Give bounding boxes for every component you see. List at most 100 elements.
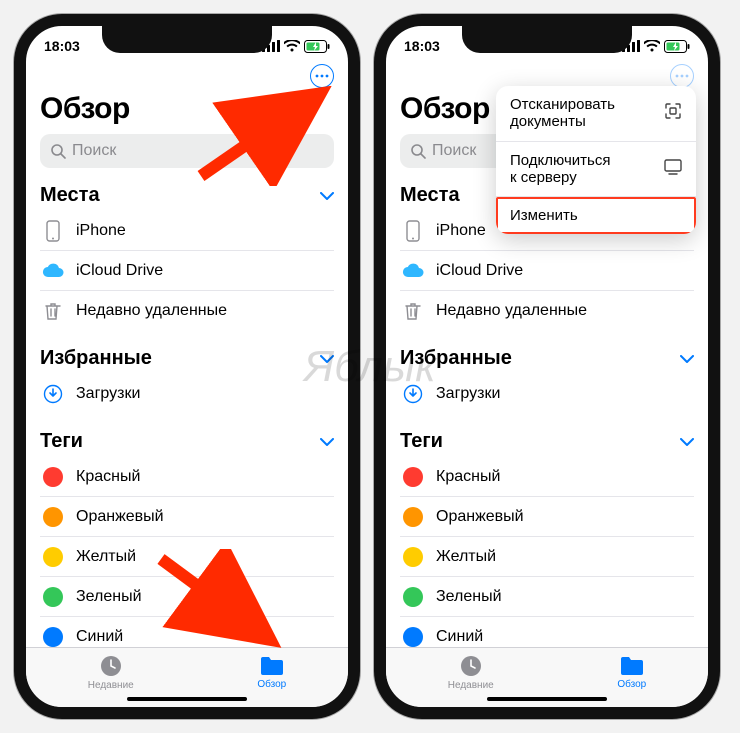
- list-item-label: Синий: [436, 628, 483, 646]
- tag-dot-icon: [42, 547, 64, 567]
- notch: [462, 25, 632, 53]
- section-tags-header[interactable]: Теги: [40, 414, 334, 457]
- list-item-label: Зеленый: [76, 588, 142, 606]
- section-tags-title: Теги: [400, 430, 443, 453]
- tag-yellow[interactable]: Желтый: [400, 537, 694, 577]
- list-item-label: Загрузки: [76, 385, 140, 403]
- search-icon: [50, 143, 66, 159]
- list-item-label: Оранжевый: [76, 508, 164, 526]
- status-indicators: [262, 40, 330, 53]
- battery-icon: [664, 40, 690, 53]
- chevron-down-icon: [320, 430, 334, 453]
- menu-connect-server[interactable]: Подключитьсяк серверу: [496, 142, 696, 198]
- list-item-label: iPhone: [436, 222, 486, 240]
- home-indicator[interactable]: [127, 697, 247, 701]
- clock-icon: [99, 654, 123, 678]
- location-trash[interactable]: Недавно удаленные: [400, 291, 694, 331]
- more-button[interactable]: [670, 64, 694, 88]
- tab-recents[interactable]: Недавние: [88, 654, 134, 691]
- cloud-icon: [42, 263, 64, 279]
- menu-item-label: Изменить: [510, 207, 578, 224]
- location-trash[interactable]: Недавно удаленные: [40, 291, 334, 331]
- section-favorites-header[interactable]: Избранные: [400, 331, 694, 374]
- tag-dot-icon: [402, 507, 424, 527]
- status-time: 18:03: [404, 38, 440, 54]
- trash-icon: [42, 301, 64, 321]
- tag-green[interactable]: Зеленый: [400, 577, 694, 617]
- favorite-downloads[interactable]: Загрузки: [400, 374, 694, 414]
- folder-icon: [619, 655, 645, 677]
- ellipsis-icon: [315, 74, 329, 78]
- menu-item-label: Подключиться: [510, 152, 610, 169]
- section-tags-header[interactable]: Теги: [400, 414, 694, 457]
- wifi-icon: [284, 40, 300, 52]
- list-item-label: Синий: [76, 628, 123, 646]
- list-item-label: Недавно удаленные: [76, 302, 227, 320]
- list-item-label: Оранжевый: [436, 508, 524, 526]
- favorite-downloads[interactable]: Загрузки: [40, 374, 334, 414]
- section-favorites-header[interactable]: Избранные: [40, 331, 334, 374]
- tag-dot-icon: [42, 627, 64, 647]
- cloud-icon: [402, 263, 424, 279]
- tag-orange[interactable]: Оранжевый: [400, 497, 694, 537]
- tag-dot-icon: [402, 547, 424, 567]
- clock-icon: [459, 654, 483, 678]
- tab-browse[interactable]: Обзор: [257, 655, 286, 690]
- list-item-label: Красный: [76, 468, 140, 486]
- location-icloud[interactable]: iCloud Drive: [40, 251, 334, 291]
- chevron-down-icon: [320, 347, 334, 370]
- section-favorites-list: Загрузки: [400, 374, 694, 414]
- phone-left: 18:03 Обзор Поиск Места: [14, 14, 360, 719]
- tab-recents[interactable]: Недавние: [448, 654, 494, 691]
- tag-dot-icon: [42, 467, 64, 487]
- tag-red[interactable]: Красный: [400, 457, 694, 497]
- annotation-arrow: [156, 549, 286, 649]
- chevron-down-icon: [680, 430, 694, 453]
- more-button[interactable]: [310, 64, 334, 88]
- context-menu: Отсканировать документы Подключитьсяк се…: [496, 86, 696, 234]
- menu-item-label: Отсканировать документы: [510, 96, 615, 130]
- phone-icon: [42, 220, 64, 242]
- tab-label: Недавние: [88, 680, 134, 691]
- chevron-down-icon: [320, 184, 334, 207]
- search-placeholder: Поиск: [72, 142, 116, 160]
- tag-dot-icon: [402, 587, 424, 607]
- trash-icon: [402, 301, 424, 321]
- home-indicator[interactable]: [487, 697, 607, 701]
- tab-browse[interactable]: Обзор: [617, 655, 646, 690]
- annotation-arrow: [196, 86, 336, 186]
- section-places-title: Места: [40, 184, 100, 207]
- location-iphone[interactable]: iPhone: [40, 211, 334, 251]
- tag-dot-icon: [402, 627, 424, 647]
- battery-icon: [304, 40, 330, 53]
- list-item-label: Загрузки: [436, 385, 500, 403]
- tab-label: Обзор: [617, 679, 646, 690]
- location-icloud[interactable]: iCloud Drive: [400, 251, 694, 291]
- folder-icon: [259, 655, 285, 677]
- tab-label: Недавние: [448, 680, 494, 691]
- download-icon: [42, 384, 64, 404]
- menu-item-label: к серверу: [510, 169, 577, 186]
- phone-right: 18:03 Обзор Поиск Места: [374, 14, 720, 719]
- tag-orange[interactable]: Оранжевый: [40, 497, 334, 537]
- section-places-list: iPhone iCloud Drive Недавно удаленные: [40, 211, 334, 331]
- phone-icon: [402, 220, 424, 242]
- section-places-title: Места: [400, 184, 460, 207]
- search-icon: [410, 143, 426, 159]
- display-icon: [664, 159, 682, 179]
- section-favorites-title: Избранные: [400, 347, 512, 370]
- list-item-label: iPhone: [76, 222, 126, 240]
- scan-icon: [664, 102, 682, 124]
- list-item-label: iCloud Drive: [76, 262, 163, 280]
- tag-red[interactable]: Красный: [40, 457, 334, 497]
- section-favorites-list: Загрузки: [40, 374, 334, 414]
- status-time: 18:03: [44, 38, 80, 54]
- menu-scan-documents[interactable]: Отсканировать документы: [496, 86, 696, 142]
- download-icon: [402, 384, 424, 404]
- search-placeholder: Поиск: [432, 142, 476, 160]
- menu-edit[interactable]: Изменить: [496, 197, 696, 234]
- status-indicators: [622, 40, 690, 53]
- notch: [102, 25, 272, 53]
- list-item-label: Желтый: [436, 548, 496, 566]
- tag-dot-icon: [42, 507, 64, 527]
